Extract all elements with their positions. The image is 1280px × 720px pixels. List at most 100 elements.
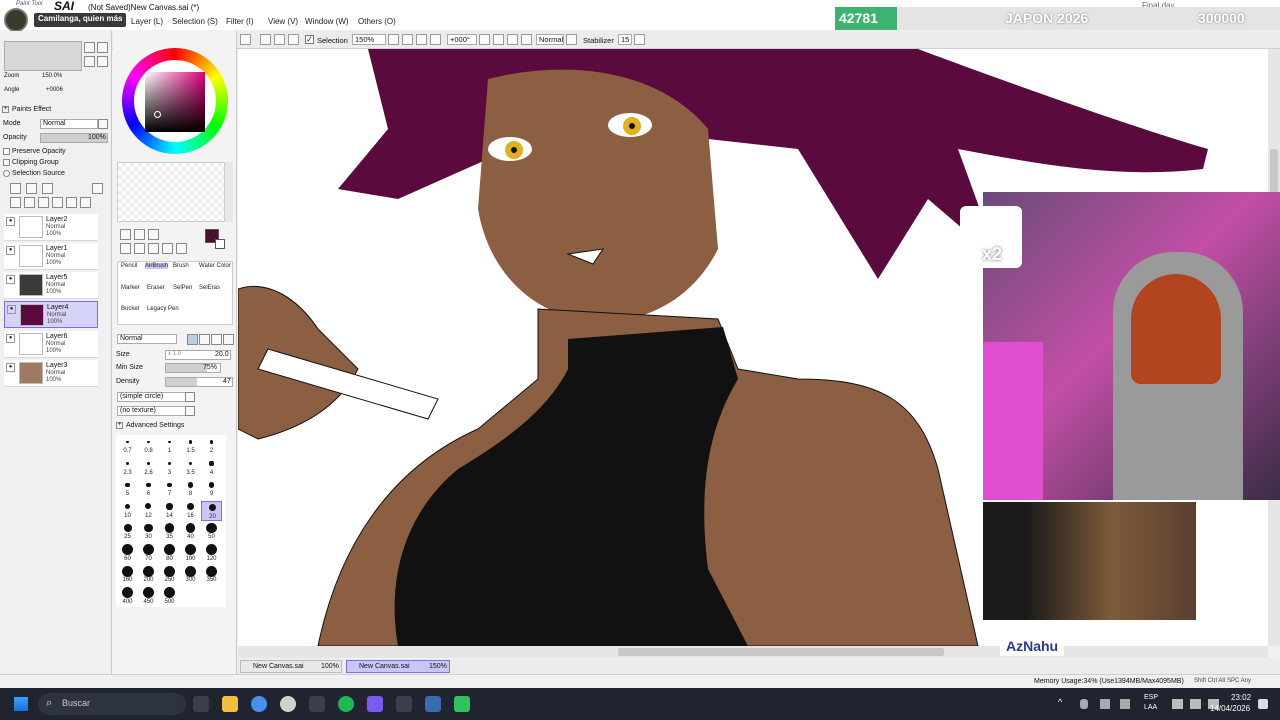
monitor-icon[interactable] [425,696,441,712]
lang-primary[interactable]: ESP [1144,694,1158,701]
trash-icon[interactable] [52,197,63,208]
brush-size-cell[interactable]: 350 [201,565,222,585]
brush-size-cell[interactable]: 160 [117,565,138,585]
eye-icon[interactable]: ● [6,275,15,284]
lasso-icon[interactable] [134,229,145,240]
search-box[interactable]: ⌕ Buscar [38,693,186,715]
brush-size-cell[interactable]: 6 [138,479,159,499]
brush-size-cell[interactable]: 16 [180,501,201,521]
spotify-icon[interactable] [338,696,354,712]
select-rect-icon[interactable] [120,229,131,240]
texture-dropdown-icon[interactable] [185,406,195,416]
horizontal-scrollbar[interactable] [238,646,1268,658]
merge-down-icon[interactable] [24,197,35,208]
stabilizer-field[interactable]: 15 [618,34,632,45]
brush-size-cell[interactable]: 300 [180,565,201,585]
brush-size-cell[interactable]: 35 [159,522,180,542]
menu-others[interactable]: Others (O) [358,17,396,26]
transfer-down-icon[interactable] [10,197,21,208]
blend-mode-field[interactable]: Normal [536,34,564,45]
menu-layer[interactable]: Layer (L) [131,17,163,26]
brush-shape-3-icon[interactable] [211,334,222,345]
brush-size-cell[interactable]: 100 [180,544,201,564]
task-view-icon[interactable] [193,696,209,712]
copy-layer-icon[interactable] [66,197,77,208]
mic-icon[interactable] [1080,699,1088,709]
transform-button[interactable] [288,34,299,45]
brush-shape-1-icon[interactable] [187,334,198,345]
layer-row[interactable]: ● Layer1 Normal 100% [4,243,98,270]
zoom-icon[interactable] [134,243,145,254]
advanced-settings-label[interactable]: Advanced Settings [126,422,184,429]
rotation-field[interactable]: +000° [447,34,477,45]
zoom-reset-button[interactable] [430,34,441,45]
network-icon[interactable] [1172,699,1183,709]
stabilizer-dropdown[interactable] [634,34,645,45]
tool-pencil[interactable]: Pencil [121,263,137,269]
rotate-dropdown[interactable] [479,34,490,45]
mask-icon[interactable] [80,197,91,208]
chrome-icon[interactable] [251,696,267,712]
menu-filter[interactable]: Filter (I) [226,17,254,26]
horizontal-scroll-thumb[interactable] [618,648,944,656]
clock-date[interactable]: 14/04/2026 [1210,704,1250,713]
nav-rotate-icon[interactable] [84,56,95,67]
tool-seleras[interactable]: SelEras [199,285,220,291]
brush-size-cell[interactable]: 2 [201,436,222,456]
zoom-in-button[interactable] [416,34,427,45]
brush-size-cell[interactable]: 0.8 [138,436,159,456]
notification-icon[interactable] [1258,699,1268,709]
clipping-group-checkbox[interactable] [3,159,10,166]
preserve-opacity-checkbox[interactable] [3,148,10,155]
brush-size-cell[interactable]: 200 [138,565,159,585]
zoom-field[interactable]: 150% [352,34,386,45]
clear-layer-icon[interactable] [38,197,49,208]
nav-angle-value[interactable]: +0006 [46,87,63,93]
discord-icon[interactable] [367,696,383,712]
brush-size-cell[interactable]: 40 [180,522,201,542]
selection-checkbox[interactable]: ✓ [305,35,314,44]
nav-reset-icon[interactable] [97,56,108,67]
eye-icon[interactable]: ● [6,363,15,372]
shape-dropdown-icon[interactable] [185,392,195,402]
mode-select[interactable]: Normal [40,119,98,129]
menu-view[interactable]: View (V) [268,17,298,26]
tool-legacy-pen[interactable]: Legacy Pen [147,306,179,312]
brush-size-cell[interactable]: 0.7 [117,436,138,456]
flip-button[interactable] [521,34,532,45]
layer-row[interactable]: ● Layer3 Normal 100% [4,360,98,387]
sai-app-icon[interactable] [454,696,470,712]
tool-marker[interactable]: Marker [121,285,140,291]
brush-size-cell[interactable]: 25 [117,522,138,542]
brush-shape-select[interactable]: (simple circle) [117,392,187,402]
brush-size-cell[interactable]: 8 [180,479,201,499]
rotate-icon[interactable] [148,243,159,254]
swatch-scratchpad[interactable] [117,162,225,222]
menu-window[interactable]: Window (W) [305,17,349,26]
hand-icon[interactable] [162,243,173,254]
gear-icon[interactable] [309,696,325,712]
tool-selpen[interactable]: SelPen [173,285,192,291]
eye-icon[interactable]: ● [6,334,15,343]
mode-dropdown-icon[interactable] [98,119,108,129]
brush-size-cell[interactable]: 450 [138,587,159,607]
tool-eraser[interactable]: Eraser [147,285,165,291]
brush-size-cell[interactable]: 9 [201,479,222,499]
brush-shape-4-icon[interactable] [223,334,234,345]
brush-size-cell[interactable]: 60 [117,544,138,564]
layer-row[interactable]: ● Layer6 Normal 100% [4,331,98,358]
tool-bucket[interactable]: Bucket [121,306,139,312]
brush-size-cell[interactable]: 12 [138,501,159,521]
blend-mode-dropdown[interactable] [566,34,577,45]
invert-selection-button[interactable] [260,34,271,45]
rotate-left-button[interactable] [493,34,504,45]
windows-start-icon[interactable] [14,697,28,711]
menu-selection[interactable]: Selection (S) [172,17,218,26]
brush-size-cell[interactable]: 250 [159,565,180,585]
tool-airbrush[interactable]: AirBrush [145,263,169,269]
layer-row[interactable]: ● Layer2 Normal 100% [4,214,98,241]
eye-icon[interactable]: ● [6,246,15,255]
expand-icon[interactable]: + [2,106,9,113]
rotate-right-button[interactable] [507,34,518,45]
brush-size-cell[interactable]: 3.5 [180,458,201,478]
